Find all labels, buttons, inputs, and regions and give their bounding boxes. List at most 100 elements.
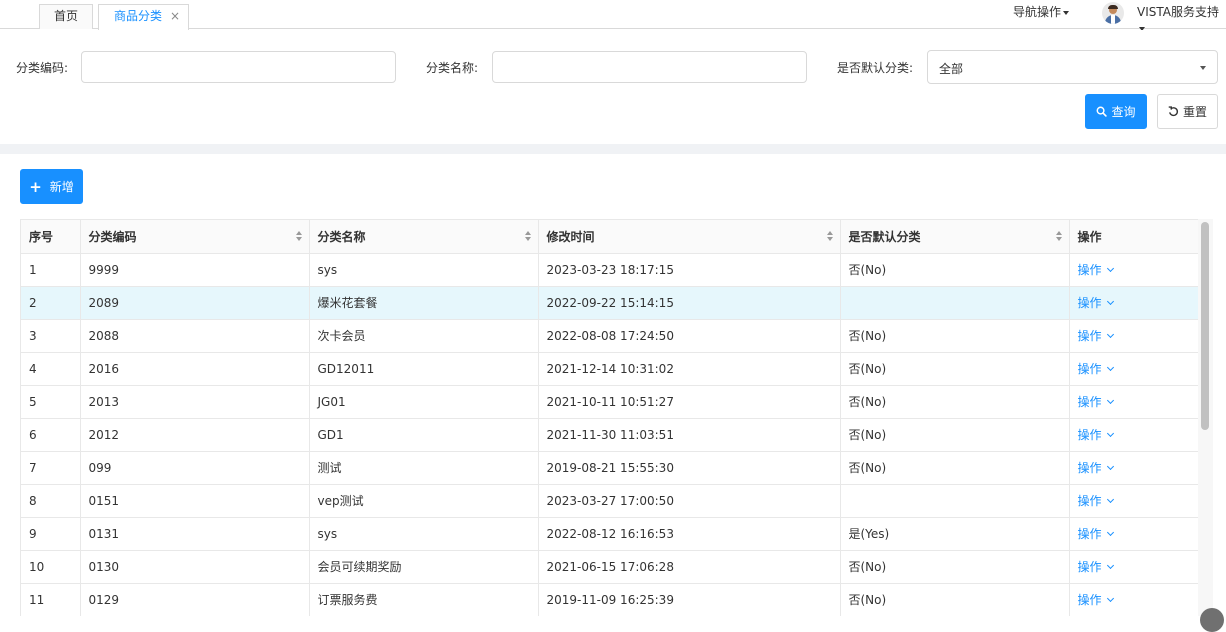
cell-index: 6 [21, 418, 81, 452]
filter-panel: 分类编码: 分类名称: 是否默认分类: 全部 查询 重置 [0, 30, 1226, 144]
cell-code: 0130 [80, 550, 310, 584]
query-button[interactable]: 查询 [1085, 94, 1147, 129]
row-action-label: 操作 [1077, 461, 1102, 475]
row-action-menu[interactable]: 操作 [1078, 494, 1114, 508]
cell-name: 订票服务费 [309, 583, 539, 616]
plus-icon: + [29, 177, 42, 196]
sort-icon[interactable] [295, 231, 302, 241]
table-row[interactable]: 5 2013 JG01 2021-10-11 10:51:27 否(No) 操作 [21, 385, 1198, 419]
row-action-menu[interactable]: 操作 [1077, 329, 1114, 343]
cell-time: 2021-11-30 11:03:51 [538, 418, 841, 452]
cell-time: 2021-10-11 10:51:27 [538, 385, 841, 419]
table-row[interactable]: 7 099 测试 2019-08-21 15:55:30 否(No) 操作 [21, 451, 1198, 485]
cell-actions: 操作 [1069, 253, 1198, 287]
nav-ops-menu[interactable]: 导航操作 [1013, 4, 1070, 20]
cell-actions: 操作 [1069, 484, 1198, 518]
table-row[interactable]: 6 2012 GD1 2021-11-30 11:03:51 否(No) 操作 [21, 418, 1198, 452]
caret-down-icon [1200, 66, 1206, 70]
code-input[interactable] [81, 51, 396, 83]
cell-index: 3 [21, 319, 81, 353]
search-icon [1097, 106, 1108, 117]
floating-button[interactable] [1200, 608, 1224, 632]
nav-ops-label: 导航操作 [1013, 5, 1062, 19]
tab-home[interactable]: 首页 [39, 4, 93, 29]
row-action-menu[interactable]: 操作 [1078, 428, 1114, 442]
cell-code: 0129 [80, 583, 310, 616]
tab-label: 商品分类 [114, 9, 163, 23]
cell-code: 2089 [80, 286, 310, 320]
column-header-default[interactable]: 是否默认分类 [840, 220, 1070, 254]
name-label: 分类名称: [426, 61, 479, 75]
row-action-menu[interactable]: 操作 [1077, 461, 1114, 475]
column-header-name[interactable]: 分类名称 [309, 220, 539, 254]
cell-code: 2012 [80, 418, 310, 452]
scrollbar-thumb[interactable] [1201, 222, 1209, 430]
cell-actions: 操作 [1069, 385, 1198, 419]
cell-time: 2023-03-23 18:17:15 [538, 253, 841, 287]
tab-product-category[interactable]: 商品分类 × [98, 4, 189, 30]
table-row[interactable]: 2 2089 爆米花套餐 2022-09-22 15:14:15 操作 [21, 286, 1198, 320]
table-header-row: 序号 分类编码 分类名称 修改时间 是否默认分类 操作 [21, 220, 1198, 254]
row-action-menu[interactable]: 操作 [1077, 593, 1114, 607]
cell-code: 0151 [80, 484, 310, 518]
chevron-down-icon [1106, 264, 1114, 273]
cell-default [840, 484, 1070, 518]
cell-default: 否(No) [840, 550, 1070, 584]
row-action-menu[interactable]: 操作 [1077, 296, 1114, 310]
row-action-label: 操作 [1077, 527, 1102, 541]
chevron-down-icon [1106, 594, 1114, 603]
query-label: 查询 [1111, 105, 1136, 119]
table-row[interactable]: 4 2016 GD12011 2021-12-14 10:31:02 否(No) 操作 [21, 352, 1198, 386]
cell-index: 9 [21, 517, 81, 551]
chevron-down-icon [1106, 330, 1114, 339]
name-input[interactable] [492, 51, 807, 83]
row-action-menu[interactable]: 操作 [1078, 362, 1114, 376]
add-label: 新增 [49, 180, 74, 194]
table-row[interactable]: 10 0130 会员可续期奖励 2021-06-15 17:06:28 否(No) 操作 [21, 550, 1198, 584]
row-action-menu[interactable]: 操作 [1078, 263, 1114, 277]
row-action-label: 操作 [1077, 593, 1102, 607]
close-icon[interactable]: × [170, 5, 180, 28]
chevron-down-icon [1106, 429, 1114, 438]
cell-default: 否(No) [840, 253, 1070, 287]
column-header-time[interactable]: 修改时间 [538, 220, 841, 254]
table-row[interactable]: 11 0129 订票服务费 2019-11-09 16:25:39 否(No) 操作 [21, 583, 1198, 616]
table-scrollbar[interactable] [1198, 219, 1213, 616]
add-button[interactable]: + 新增 [20, 169, 83, 204]
avatar[interactable] [1102, 2, 1124, 24]
default-select-value: 全部 [939, 62, 964, 76]
sort-icon[interactable] [1055, 231, 1062, 241]
cell-index: 1 [21, 253, 81, 287]
cell-actions: 操作 [1069, 418, 1198, 452]
row-action-menu[interactable]: 操作 [1077, 527, 1114, 541]
cell-default: 是(Yes) [840, 517, 1070, 551]
cell-actions: 操作 [1069, 286, 1198, 320]
cell-code: 2013 [80, 385, 310, 419]
column-header-code[interactable]: 分类编码 [80, 220, 310, 254]
cell-index: 5 [21, 385, 81, 419]
row-action-menu[interactable]: 操作 [1077, 395, 1114, 409]
cell-index: 11 [21, 583, 81, 616]
cell-time: 2023-03-27 17:00:50 [538, 484, 841, 518]
reset-button[interactable]: 重置 [1157, 94, 1218, 129]
row-action-label: 操作 [1077, 296, 1102, 310]
row-action-menu[interactable]: 操作 [1077, 560, 1114, 574]
table-row[interactable]: 3 2088 次卡会员 2022-08-08 17:24:50 否(No) 操作 [21, 319, 1198, 353]
table-row[interactable]: 9 0131 sys 2022-08-12 16:16:53 是(Yes) 操作 [21, 517, 1198, 551]
cell-index: 2 [21, 286, 81, 320]
cell-default: 否(No) [840, 319, 1070, 353]
row-action-label: 操作 [1077, 560, 1102, 574]
row-action-label: 操作 [1077, 329, 1102, 343]
cell-default: 否(No) [840, 451, 1070, 485]
row-action-label: 操作 [1077, 395, 1102, 409]
default-select[interactable]: 全部 [927, 50, 1218, 84]
sort-icon[interactable] [524, 231, 531, 241]
undo-icon [1168, 106, 1179, 117]
table-row[interactable]: 1 9999 sys 2023-03-23 18:17:15 否(No) 操作 [21, 253, 1198, 287]
cell-actions: 操作 [1069, 583, 1198, 616]
table-row[interactable]: 8 0151 vep测试 2023-03-27 17:00:50 操作 [21, 484, 1198, 518]
cell-code: 2016 [80, 352, 310, 386]
sort-icon[interactable] [826, 231, 833, 241]
reset-label: 重置 [1182, 105, 1207, 119]
chevron-down-icon [1106, 528, 1114, 537]
